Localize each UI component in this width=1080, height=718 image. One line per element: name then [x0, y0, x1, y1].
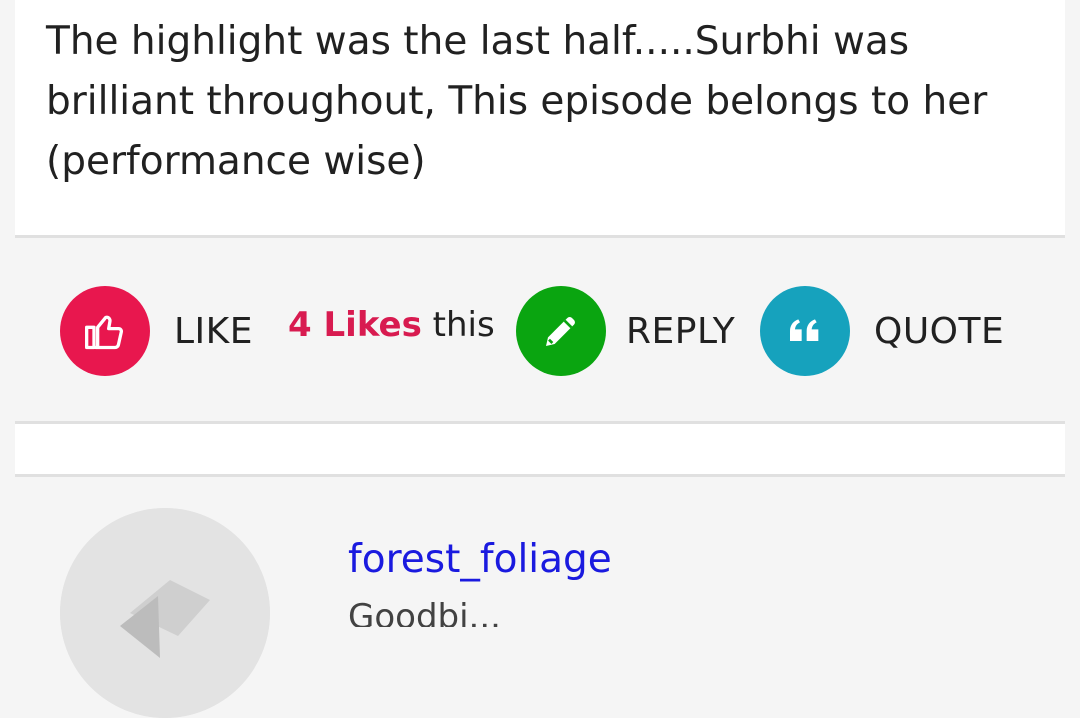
username-link[interactable]: forest_foliage — [348, 537, 612, 582]
user-subline: Goodbi... — [348, 597, 501, 627]
reply-button[interactable]: REPLY — [516, 286, 735, 376]
like-label: LIKE — [174, 310, 254, 352]
quote-button[interactable]: QUOTE — [760, 286, 1004, 376]
thumbs-up-icon — [60, 286, 150, 376]
like-button[interactable]: LIKE — [60, 286, 253, 376]
pencil-icon — [516, 286, 606, 376]
quote-icon — [760, 286, 850, 376]
post-card: The highlight was the last half.....Surb… — [15, 0, 1065, 238]
likes-count-suffix: this — [432, 305, 495, 345]
post-actions-bar: LIKE 4 Likes this REPLY QUOTE — [0, 240, 1080, 420]
reply-label: REPLY — [626, 310, 736, 352]
likes-count[interactable]: 4 Likes this — [288, 305, 495, 345]
separator-strip — [15, 421, 1065, 477]
avatar-placeholder-icon — [60, 508, 270, 718]
quote-label: QUOTE — [874, 310, 1005, 352]
avatar[interactable] — [60, 508, 270, 718]
likes-count-number: 4 Likes — [288, 305, 422, 345]
post-body-text: The highlight was the last half.....Surb… — [46, 19, 988, 184]
next-post-header: forest_foliage Goodbi... — [15, 479, 1065, 718]
